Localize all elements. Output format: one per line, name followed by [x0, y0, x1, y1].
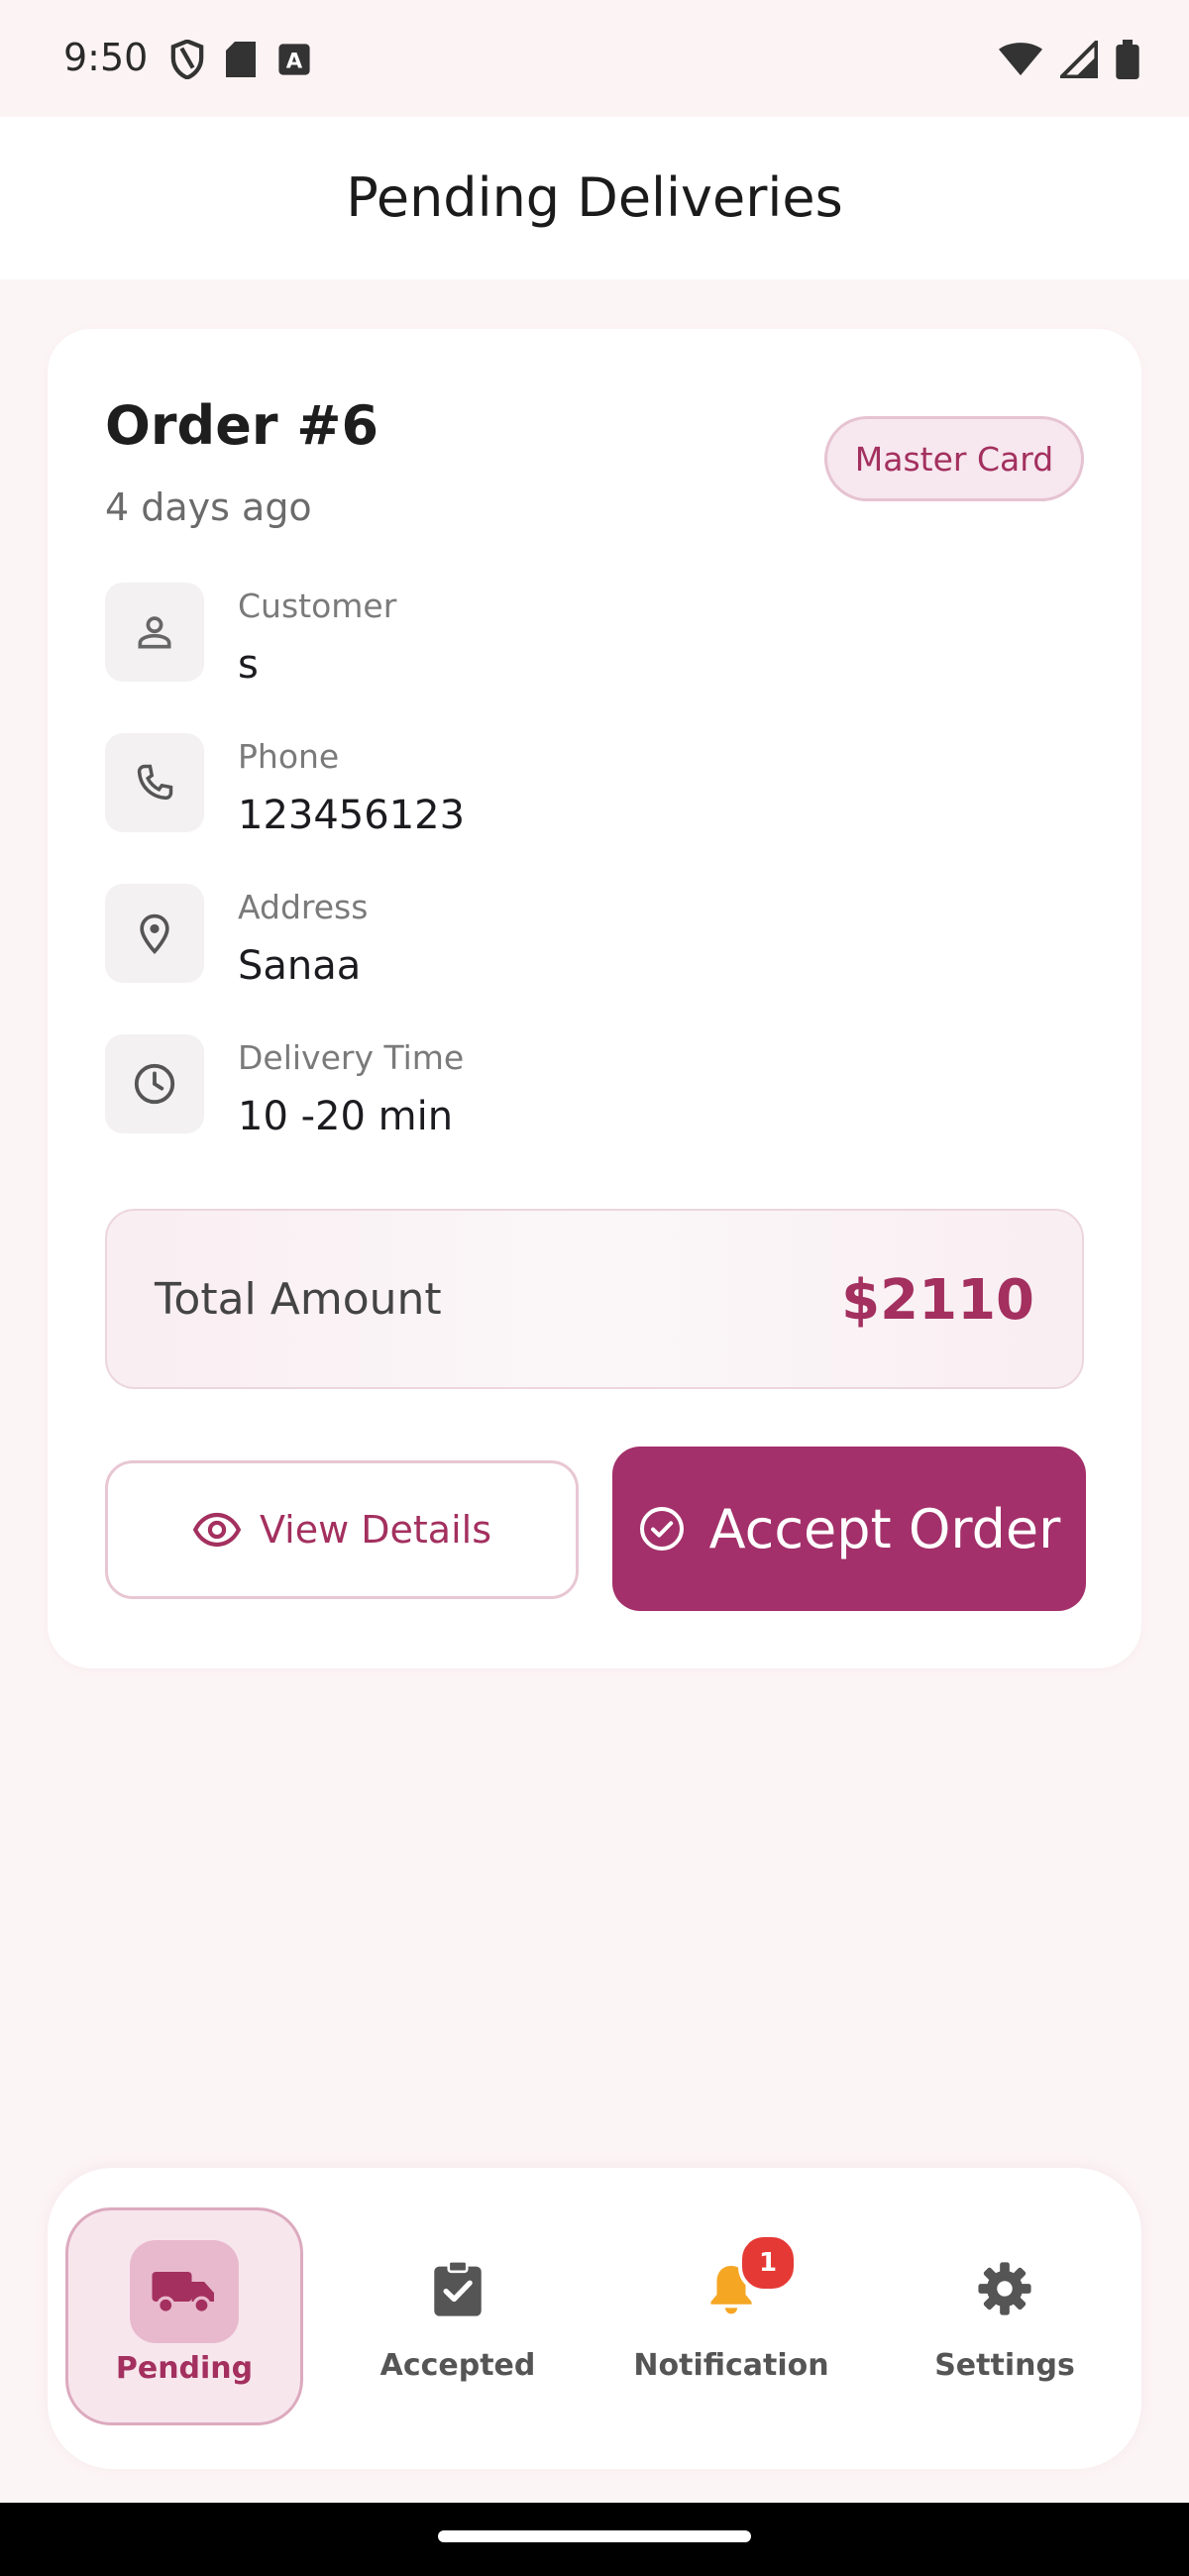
total-amount-box: Total Amount $2110 — [105, 1209, 1084, 1389]
battery-icon — [1116, 40, 1139, 79]
bottom-navigation: Pending Accepted 1 Notification Settings — [48, 2168, 1141, 2469]
order-age: 4 days ago — [105, 485, 312, 529]
sd-card-icon — [226, 42, 256, 77]
nav-label-notification: Notification — [633, 2348, 829, 2383]
nav-item-pending[interactable]: Pending — [65, 2207, 303, 2425]
delivery-time-value: 10 -20 min — [238, 1094, 454, 1139]
nav-label-accepted: Accepted — [379, 2348, 536, 2383]
address-label: Address — [238, 888, 369, 926]
payment-method-badge: Master Card — [824, 416, 1084, 501]
phone-value: 123456123 — [238, 793, 466, 838]
clipboard-check-icon — [434, 2260, 482, 2316]
app-bar: Pending Deliveries — [0, 117, 1189, 279]
system-navigation-bar — [0, 2503, 1189, 2576]
delivery-time-label: Delivery Time — [238, 1038, 465, 1077]
address-row: Address Sanaa — [105, 884, 1076, 993]
status-bar: 9:50 A — [0, 0, 1189, 117]
address-value: Sanaa — [238, 943, 362, 989]
order-card: Order #6 4 days ago Master Card Customer… — [48, 329, 1141, 1668]
check-circle-icon — [639, 1507, 684, 1551]
shield-icon — [170, 40, 204, 79]
clock-icon — [134, 1063, 175, 1105]
location-pin-icon — [140, 913, 169, 955]
nav-label-settings: Settings — [934, 2348, 1075, 2383]
total-amount-value: $2110 — [841, 1268, 1034, 1333]
customer-row: Customer s — [105, 583, 1076, 692]
signal-icon — [1060, 41, 1098, 78]
phone-label: Phone — [238, 737, 340, 776]
customer-value: s — [238, 642, 259, 688]
wifi-icon — [999, 43, 1042, 76]
total-amount-label: Total Amount — [155, 1274, 442, 1325]
person-icon — [138, 616, 171, 649]
font-icon: A — [278, 44, 310, 75]
accept-order-label: Accept Order — [708, 1497, 1061, 1560]
page-title: Pending Deliveries — [346, 166, 843, 229]
nav-item-settings[interactable]: Settings — [886, 2207, 1124, 2425]
eye-icon — [192, 1512, 242, 1548]
view-details-button[interactable]: View Details — [105, 1460, 579, 1599]
truck-icon — [152, 2272, 214, 2314]
status-time: 9:50 — [63, 36, 149, 79]
nav-item-accepted[interactable]: Accepted — [339, 2207, 577, 2425]
gear-icon — [978, 2262, 1031, 2315]
customer-label: Customer — [238, 587, 397, 625]
nav-item-notification[interactable]: 1 Notification — [612, 2207, 850, 2425]
delivery-time-row: Delivery Time 10 -20 min — [105, 1034, 1076, 1143]
accept-order-button[interactable]: Accept Order — [612, 1447, 1086, 1611]
home-indicator[interactable] — [438, 2530, 751, 2542]
order-title: Order #6 — [105, 394, 379, 457]
view-details-label: View Details — [260, 1508, 491, 1552]
svg-text:A: A — [286, 50, 303, 74]
notification-badge: 1 — [738, 2233, 798, 2293]
phone-icon — [137, 764, 173, 801]
nav-label-pending: Pending — [115, 2351, 254, 2386]
phone-row: Phone 123456123 — [105, 733, 1076, 842]
